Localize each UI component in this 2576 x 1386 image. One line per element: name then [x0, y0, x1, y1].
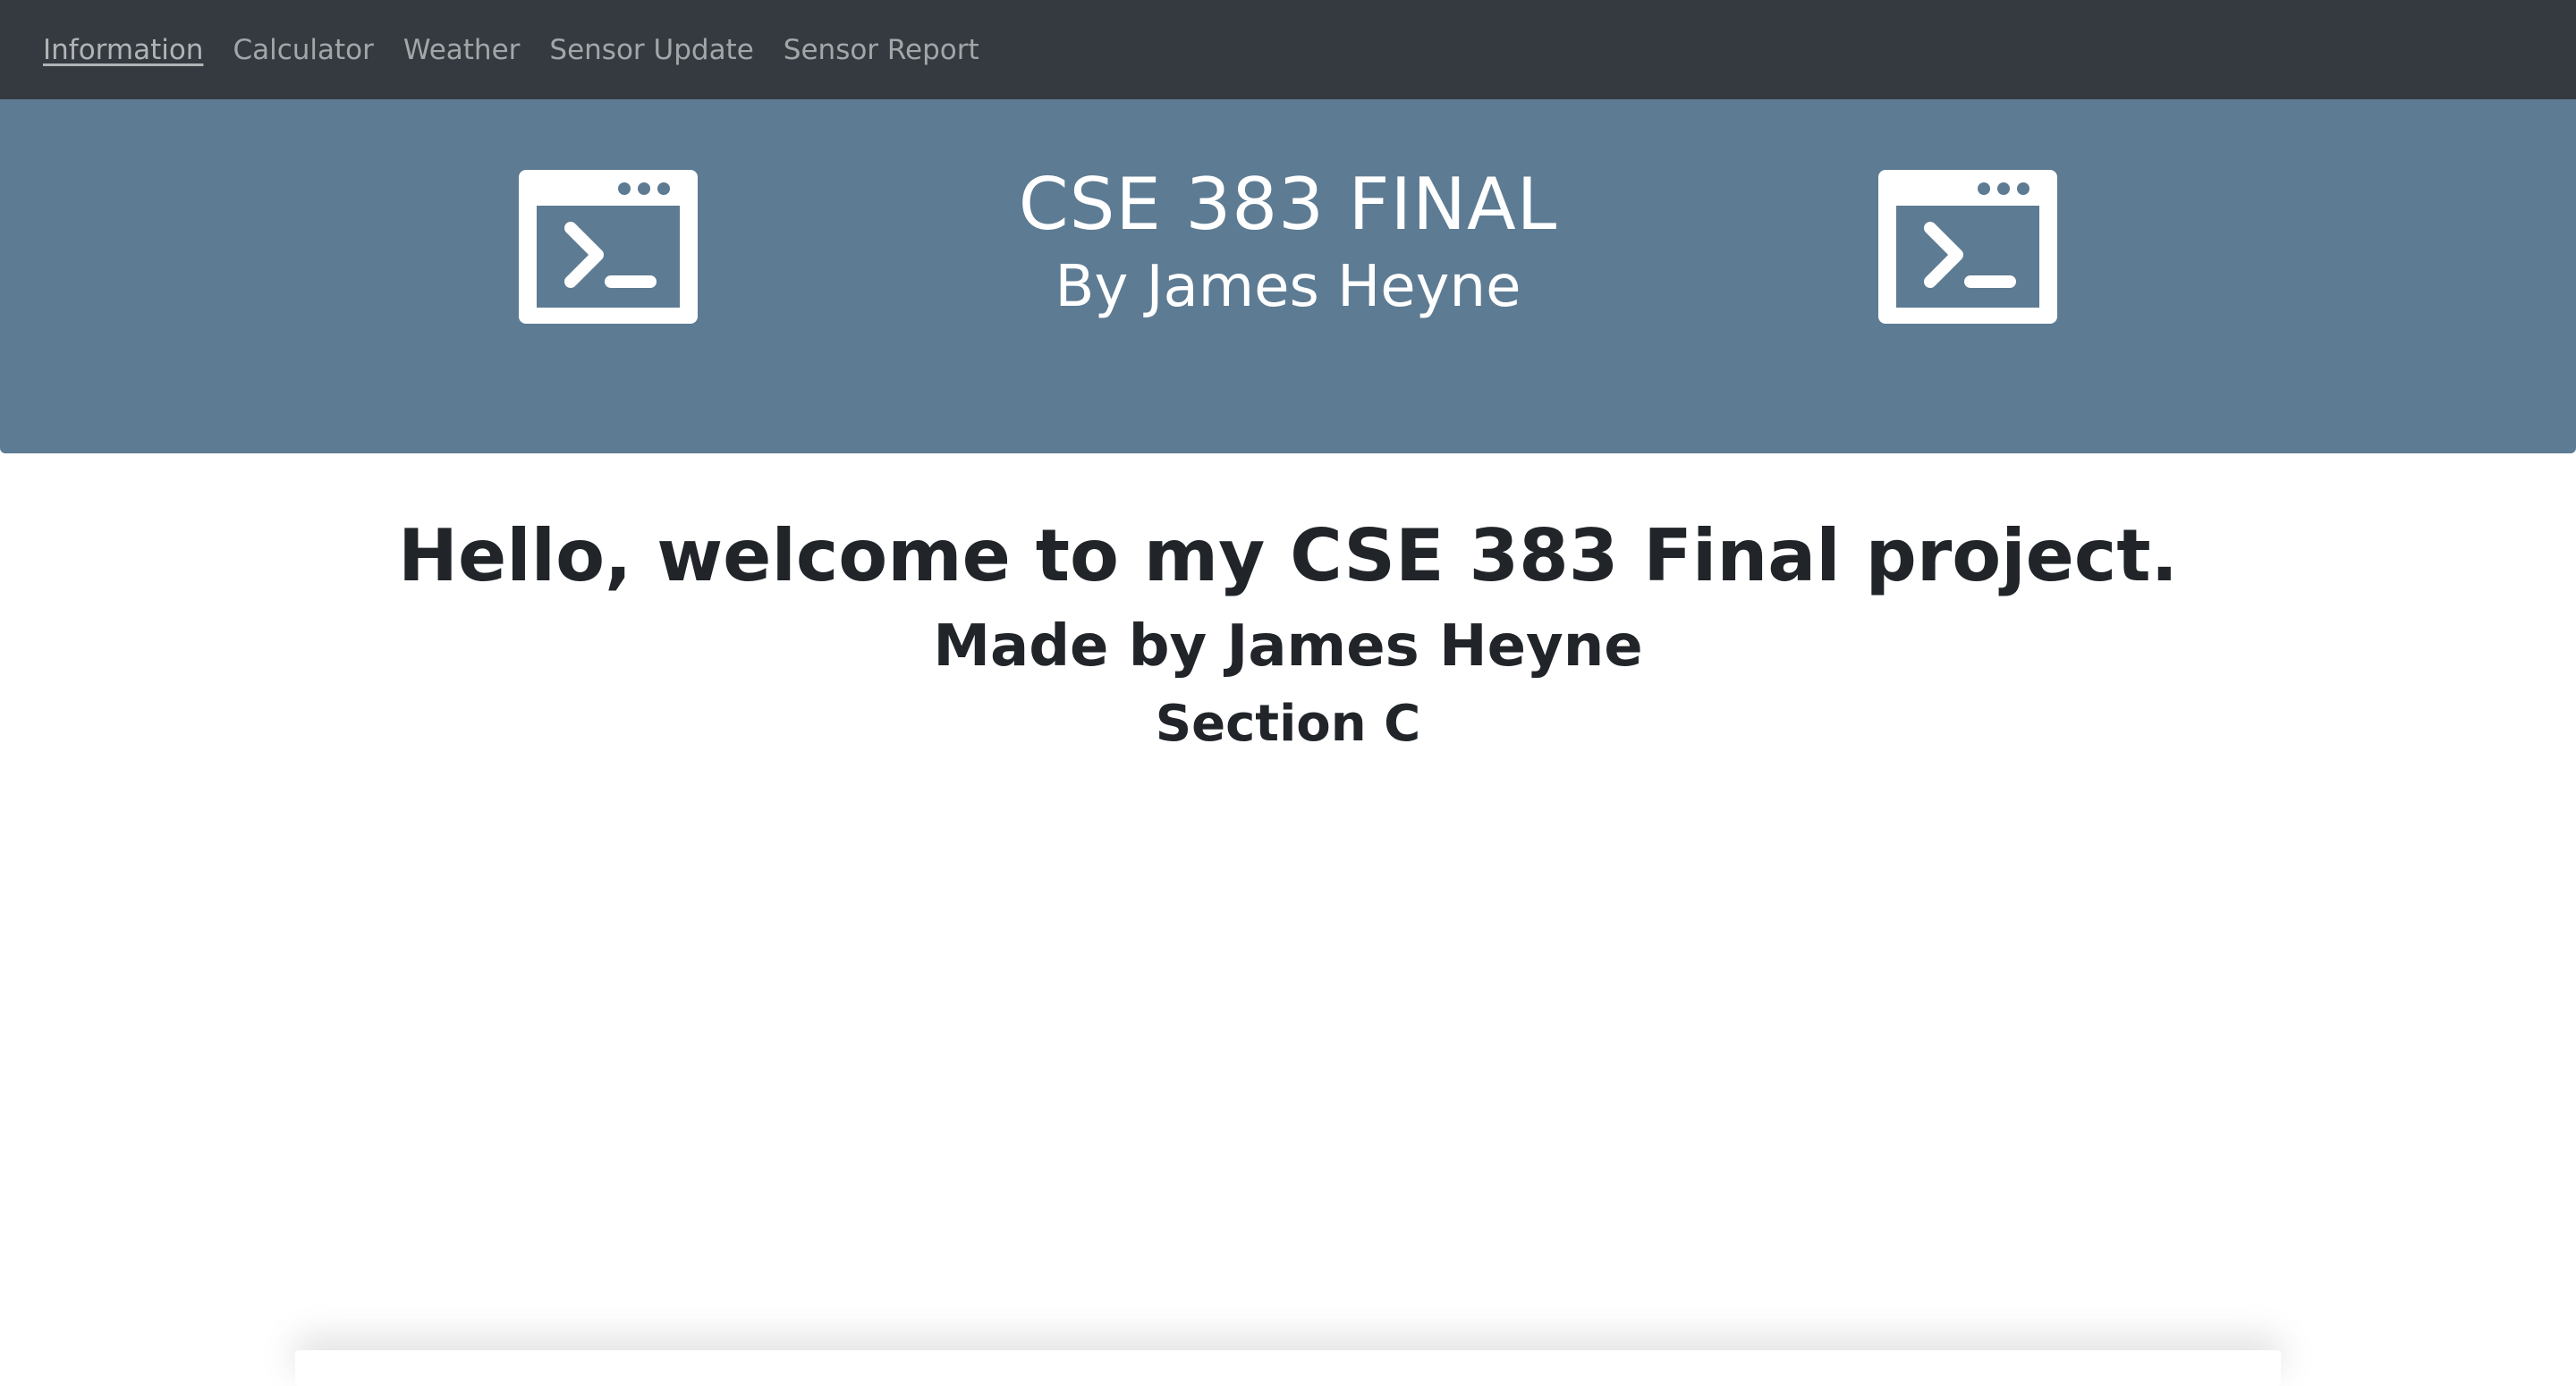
nav-link-weather[interactable]: Weather — [403, 34, 521, 66]
welcome-heading: Hello, welcome to my CSE 383 Final proje… — [398, 514, 2178, 597]
header-banner: CSE 383 FINAL By James Heyne — [0, 99, 2576, 453]
section-line: Section C — [1155, 695, 1421, 753]
terminal-icon — [1878, 170, 2057, 324]
content-card-edge — [295, 1350, 2281, 1386]
banner-subtitle: By James Heyne — [1055, 254, 1521, 320]
author-line: Made by James Heyne — [933, 613, 1643, 680]
nav-link-sensor-report[interactable]: Sensor Report — [784, 34, 979, 66]
banner-title: CSE 383 FINAL — [1018, 163, 1558, 246]
nav-link-sensor-update[interactable]: Sensor Update — [549, 34, 753, 66]
nav-link-information[interactable]: Information — [43, 34, 203, 66]
nav-link-calculator[interactable]: Calculator — [233, 34, 373, 66]
top-navbar: Information Calculator Weather Sensor Up… — [0, 0, 2576, 99]
